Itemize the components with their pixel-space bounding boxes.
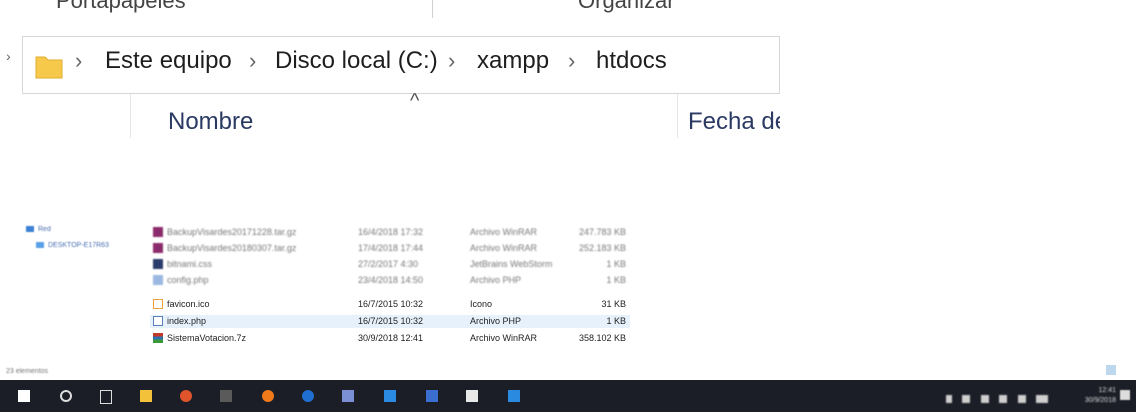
ribbon-strip: Portapapeles Organizar <box>0 0 780 20</box>
file-row[interactable]: favicon.ico 16/7/2015 10:32 Icono 31 KB <box>150 298 630 311</box>
file-date: 16/7/2015 10:32 <box>358 299 424 309</box>
column-divider[interactable] <box>677 94 678 138</box>
sort-ascending-icon: ^ <box>410 90 420 112</box>
nav-item-network[interactable]: Red <box>26 226 51 233</box>
breadcrumb-separator-icon[interactable]: › <box>75 48 82 74</box>
file-type: Archivo PHP <box>470 316 522 326</box>
breadcrumb-xampp[interactable]: xampp <box>477 47 549 75</box>
computer-icon <box>36 242 44 249</box>
file-size: 1 KB <box>606 275 626 285</box>
network-icon[interactable] <box>999 395 1008 403</box>
file-date: 23/4/2018 14:50 <box>358 275 424 285</box>
start-windows-icon[interactable] <box>18 390 30 402</box>
file-type: Archivo PHP <box>470 275 522 285</box>
file-size: 252.183 KB <box>578 243 626 253</box>
file-type: Archivo WinRAR <box>470 243 538 253</box>
php-file-icon <box>153 275 163 285</box>
file-row-selected[interactable]: index.php 16/7/2015 10:32 Archivo PHP 1 … <box>150 315 630 328</box>
winrar-icon <box>153 227 163 237</box>
language-icon[interactable] <box>1036 395 1049 403</box>
file-size: 1 KB <box>606 316 626 326</box>
notifications-icon[interactable] <box>1120 390 1130 400</box>
file-name: BackupVisardes20180307.tar.gz <box>167 243 297 253</box>
file-type: Archivo WinRAR <box>470 227 538 237</box>
nav-item-label: DESKTOP-E17R63 <box>48 242 109 249</box>
edge-icon[interactable] <box>302 390 314 402</box>
file-row[interactable]: config.php 23/4/2018 14:50 Archivo PHP 1… <box>150 274 630 287</box>
file-row[interactable]: SistemaVotacion.7z 30/9/2018 12:41 Archi… <box>150 332 630 345</box>
file-name: config.php <box>167 275 209 285</box>
column-header-date[interactable]: Fecha de <box>688 108 780 136</box>
status-item-count: 23 elementos <box>6 368 49 375</box>
file-row[interactable]: BackupVisardes20180307.tar.gz 17/4/2018 … <box>150 242 630 255</box>
file-date: 16/4/2018 17:32 <box>358 227 424 237</box>
people-icon[interactable] <box>946 395 952 403</box>
file-explorer-icon[interactable] <box>140 390 152 402</box>
app-icon[interactable] <box>220 390 232 402</box>
column-header-row: ^ Nombre Fecha de <box>0 90 780 144</box>
file-row[interactable]: BackupVisardes20171228.tar.gz 16/4/2018 … <box>150 226 630 239</box>
file-size: 31 KB <box>601 299 626 309</box>
clock-time: 12:41 <box>1098 387 1116 394</box>
file-size: 1 KB <box>606 259 626 269</box>
column-divider[interactable] <box>130 94 131 138</box>
breadcrumb-separator-icon[interactable]: › <box>249 48 256 74</box>
search-icon[interactable] <box>60 390 72 402</box>
file-name: SistemaVotacion.7z <box>167 333 247 343</box>
column-header-name[interactable]: Nombre <box>168 108 253 136</box>
vscode-icon[interactable] <box>384 390 396 402</box>
breadcrumb-separator-icon[interactable]: › <box>568 48 575 74</box>
firefox-icon[interactable] <box>262 390 274 402</box>
network-icon <box>26 226 34 233</box>
store-icon[interactable] <box>342 390 354 402</box>
winrar-icon <box>153 243 163 253</box>
details-view-icon[interactable] <box>1106 365 1116 375</box>
nav-item-label: Red <box>38 226 51 233</box>
php-file-icon <box>153 316 163 326</box>
file-date: 17/4/2018 17:44 <box>358 243 424 253</box>
battery-icon[interactable] <box>980 395 989 403</box>
file-size: 247.783 KB <box>578 227 626 237</box>
file-size: 358.102 KB <box>578 333 626 343</box>
nav-item-desktop-computer[interactable]: DESKTOP-E17R63 <box>36 242 109 249</box>
file-date: 30/9/2018 12:41 <box>358 333 424 343</box>
file-type: JetBrains WebStorm <box>470 259 553 269</box>
volume-icon[interactable] <box>1017 395 1026 403</box>
breadcrumb-este-equipo[interactable]: Este equipo <box>105 47 232 75</box>
chrome-icon[interactable] <box>180 390 192 402</box>
winrar-icon <box>153 333 163 343</box>
breadcrumb-disco-local[interactable]: Disco local (C:) <box>275 47 438 75</box>
file-date: 16/7/2015 10:32 <box>358 316 424 326</box>
ico-file-icon <box>153 299 163 309</box>
view-mode-buttons <box>1106 362 1128 375</box>
taskbar: 12:41 30/9/2018 <box>0 380 1136 412</box>
file-name: BackupVisardes20171228.tar.gz <box>167 227 297 237</box>
breadcrumb-separator-icon[interactable]: › <box>448 48 455 74</box>
ribbon-group-organize-label: Organizar <box>578 0 675 13</box>
file-row[interactable]: bitnami.css 27/2/2017 4:30 JetBrains Web… <box>150 258 630 271</box>
word-icon[interactable] <box>426 390 438 402</box>
file-type: Archivo WinRAR <box>470 333 538 343</box>
breadcrumb-htdocs[interactable]: htdocs <box>596 47 667 75</box>
file-type: Icono <box>470 299 493 309</box>
file-name: index.php <box>167 316 207 326</box>
task-view-icon[interactable] <box>100 390 112 404</box>
address-bar[interactable]: › Este equipo › Disco local (C:) › xampp… <box>22 36 780 94</box>
clock-date: 30/9/2018 <box>1084 397 1116 404</box>
nav-chevron-icon[interactable]: › <box>6 48 11 64</box>
file-name: favicon.ico <box>167 299 210 309</box>
system-tray <box>946 390 1076 403</box>
ribbon-divider <box>432 0 433 18</box>
calculator-icon[interactable] <box>466 390 478 402</box>
file-name: bitnami.css <box>167 259 213 269</box>
ribbon-group-clipboard-label: Portapapeles <box>56 0 186 13</box>
chevron-up-icon[interactable] <box>962 395 971 403</box>
css-file-icon <box>153 259 163 269</box>
address-bar-area: › › Este equipo › Disco local (C:) › xam… <box>0 26 780 94</box>
folder-icon <box>35 56 63 79</box>
app-icon[interactable] <box>508 390 520 402</box>
file-date: 27/2/2017 4:30 <box>358 259 419 269</box>
clock[interactable]: 12:41 30/9/2018 <box>1085 386 1116 406</box>
